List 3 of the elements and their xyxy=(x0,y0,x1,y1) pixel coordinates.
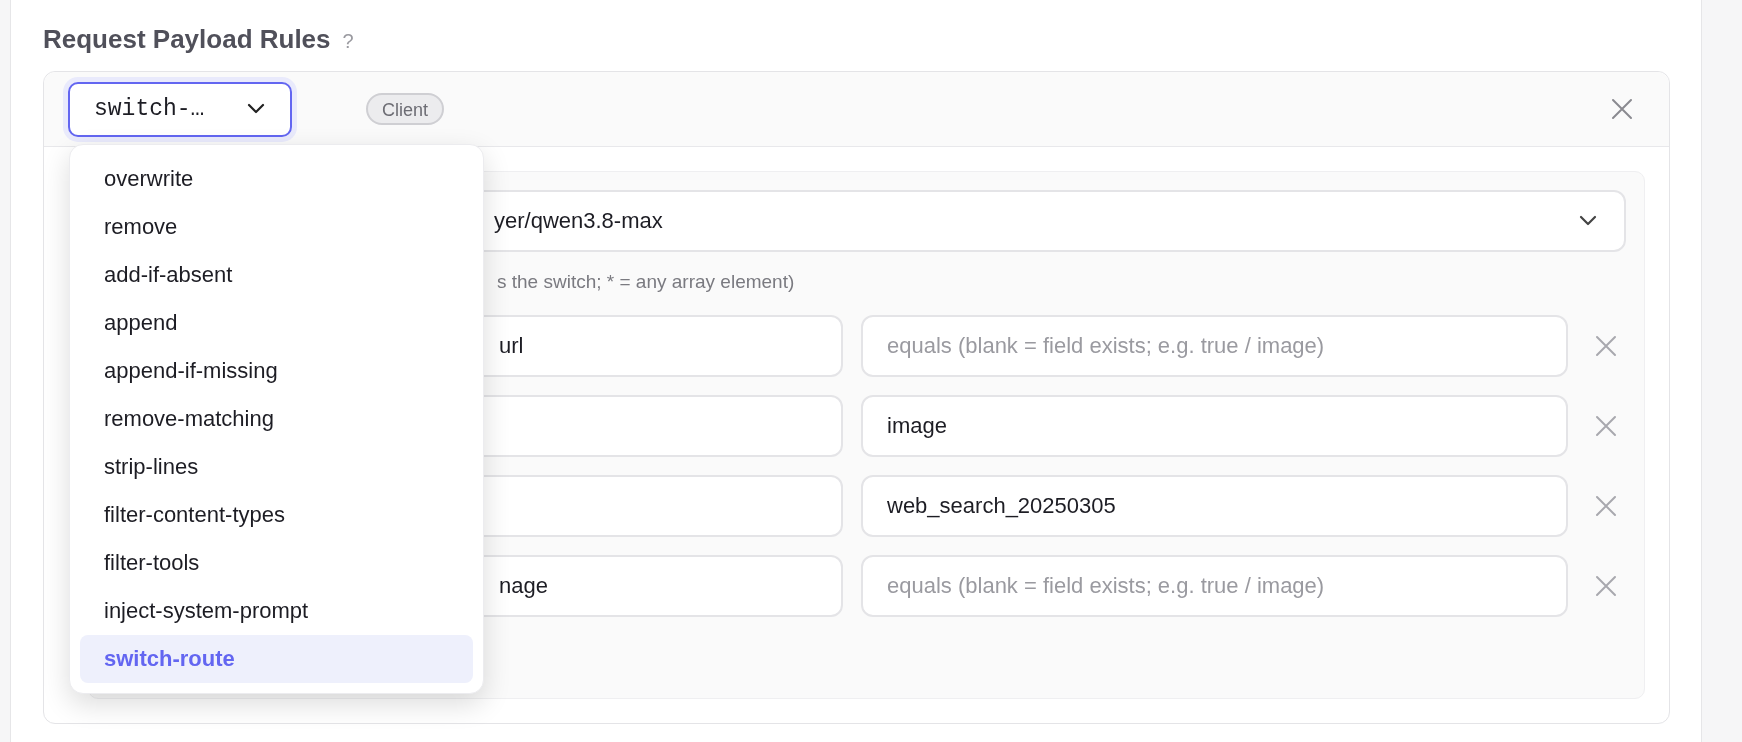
hint-text: s the switch; * = any array element) xyxy=(497,271,796,294)
section-title: Request Payload Rules xyxy=(43,24,331,55)
source-badge: Client xyxy=(366,93,445,125)
